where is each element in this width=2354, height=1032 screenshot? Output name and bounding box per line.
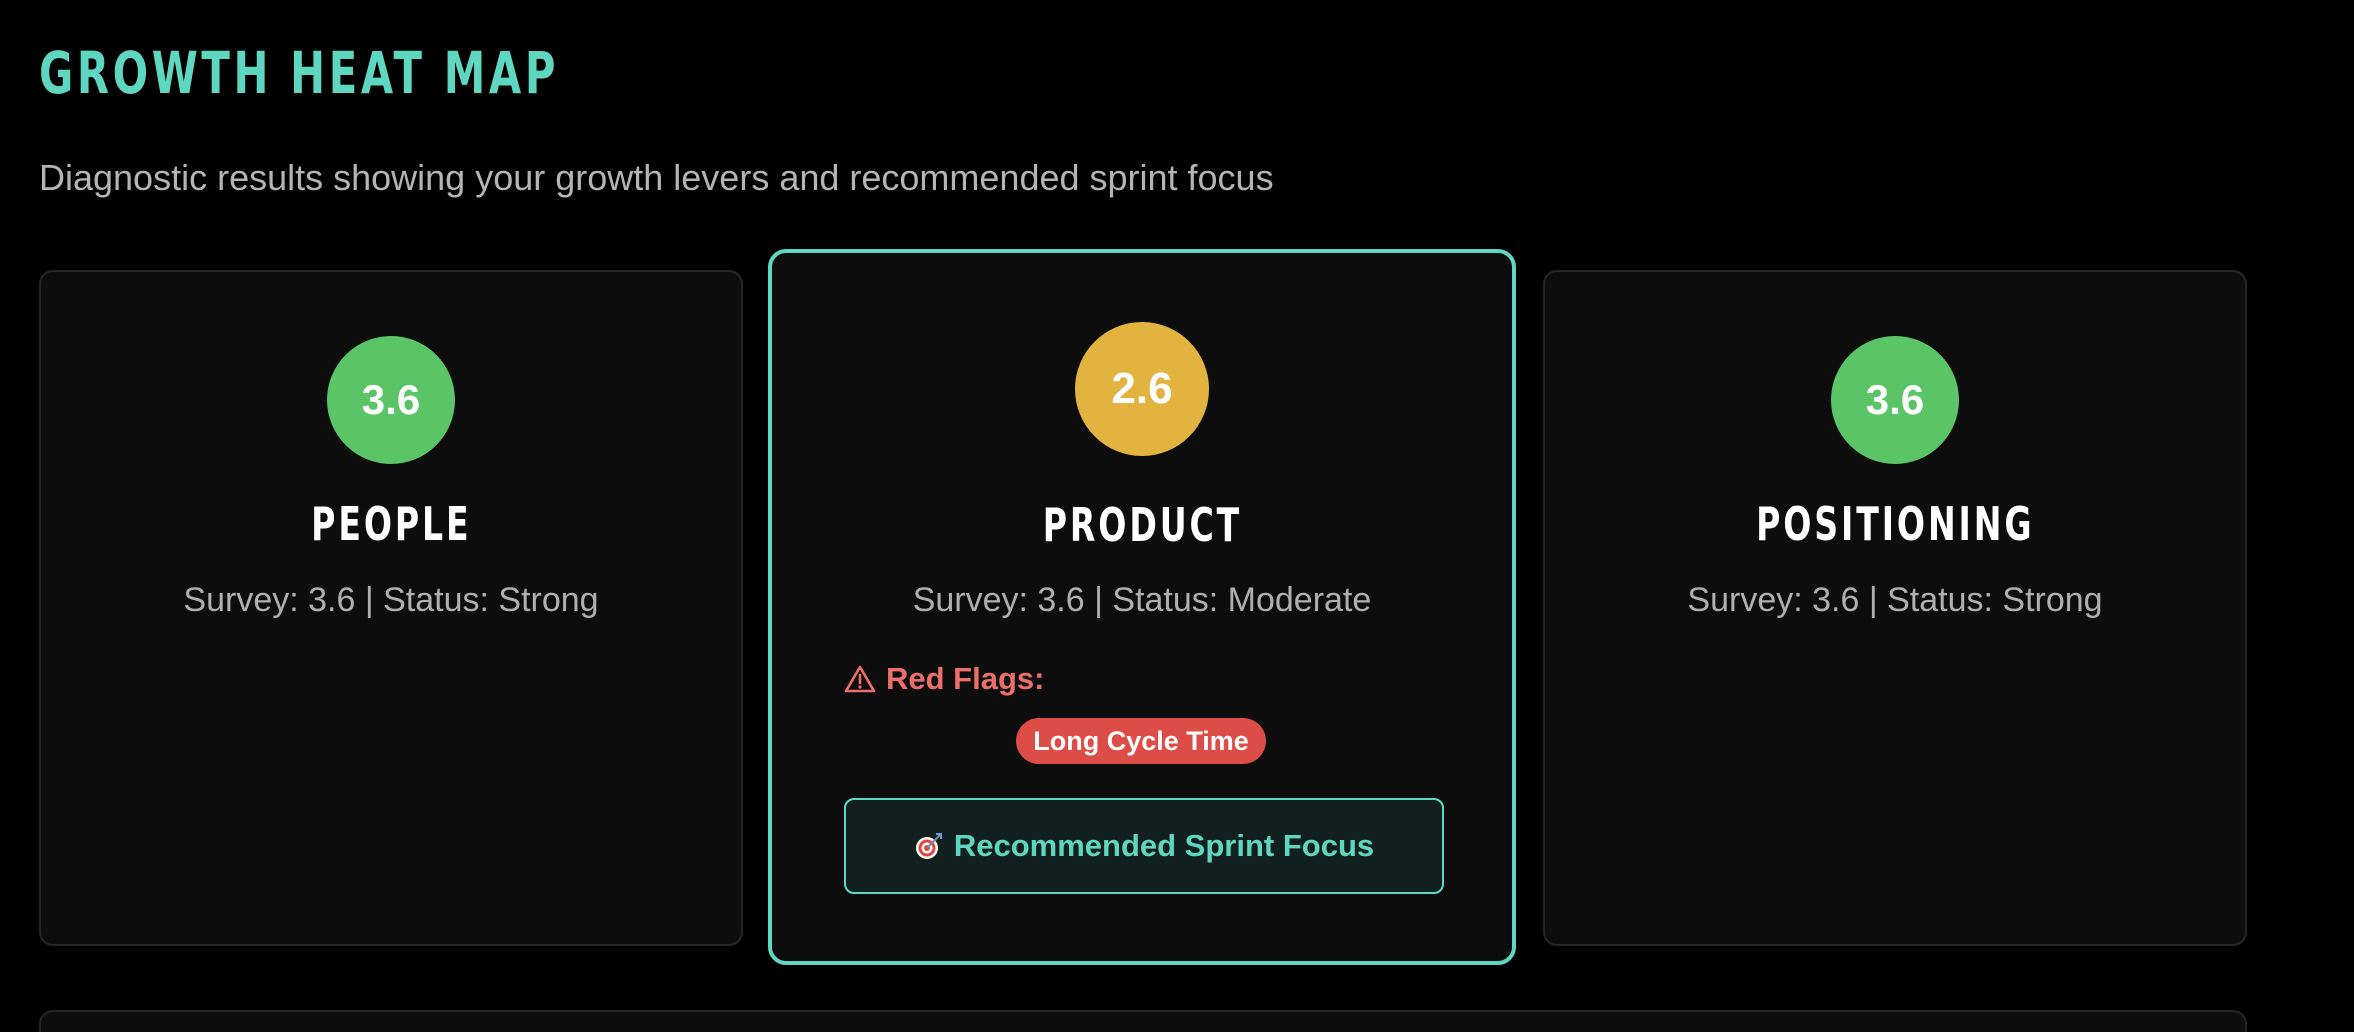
pillar-card-people[interactable]: 3.6 PEOPLE Survey: 3.6 | Status: Strong (39, 270, 743, 946)
page-title: GROWTH HEAT MAP (39, 39, 560, 107)
score-badge: 2.6 (1075, 322, 1209, 456)
score-badge: 3.6 (327, 336, 455, 464)
red-flags-heading: Red Flags: (844, 661, 1044, 697)
pillar-name-text: PEOPLE (310, 497, 472, 551)
page-subtitle: Diagnostic results showing your growth l… (39, 157, 1274, 198)
pillar-name: PEOPLE (41, 496, 741, 552)
pillar-meta: Survey: 3.6 | Status: Moderate (912, 581, 1372, 619)
recommended-sprint-focus-button[interactable]: Recommended Sprint Focus (844, 798, 1444, 894)
red-flags-label: Red Flags: (886, 661, 1045, 696)
pillar-card-positioning[interactable]: 3.6 POSITIONING Survey: 3.6 | Status: St… (1543, 270, 2247, 946)
pillar-meta: Survey: 3.6 | Status: Strong (183, 581, 599, 619)
pillar-name-text: PRODUCT (1042, 498, 1242, 552)
pillar-meta: Survey: 3.6 | Status: Strong (1687, 581, 2103, 619)
score-badge: 3.6 (1831, 336, 1959, 464)
pillar-name: POSITIONING (1545, 496, 2245, 552)
pillar-name-text: POSITIONING (1755, 497, 2035, 551)
warning-triangle-icon (844, 665, 876, 693)
sprint-focus-label: Recommended Sprint Focus (953, 828, 1375, 863)
red-flag-badge: Long Cycle Time (1016, 718, 1266, 764)
growth-heat-map-page: GROWTH HEAT MAP Diagnostic results showi… (0, 0, 2354, 1032)
next-section-card (39, 1010, 2247, 1032)
pillar-name: PRODUCT (772, 497, 1512, 553)
target-icon (914, 831, 944, 861)
pillar-card-product[interactable]: 2.6 PRODUCT Survey: 3.6 | Status: Modera… (768, 249, 1516, 965)
